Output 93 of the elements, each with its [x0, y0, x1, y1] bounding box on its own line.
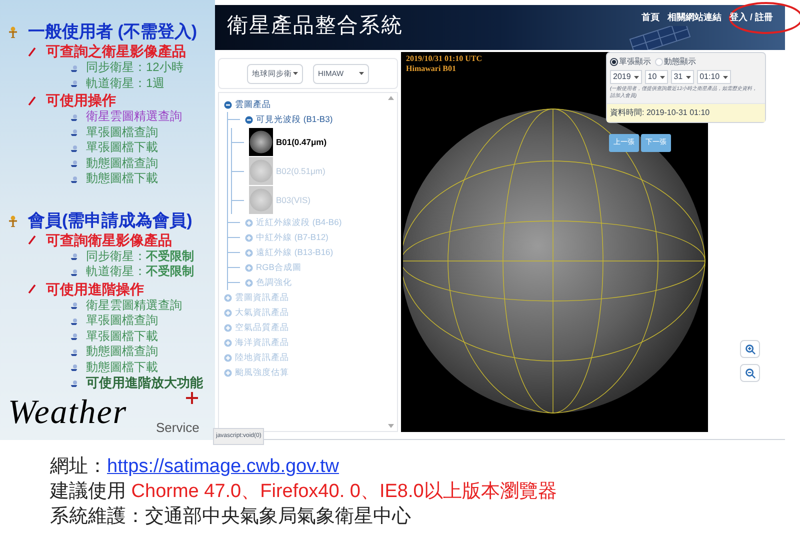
satellite-thumbnail-placeholder[interactable] — [249, 128, 273, 156]
footer-text: 網址：https://satimage.cwb.gov.tw — [50, 455, 340, 479]
expand-icon — [224, 308, 232, 316]
image-caption: Himawari B01 — [406, 64, 457, 74]
caret-icon — [660, 76, 665, 78]
footer-text: 建議使用 Chorme 47.0、Firefox40. 0、IE8.0以上版本瀏覽器 — [50, 480, 558, 504]
bullet-icon — [70, 112, 78, 121]
section-title: 可使用操作 — [46, 92, 116, 109]
collapse-icon — [224, 100, 232, 108]
expand-icon — [245, 264, 253, 272]
expand-icon — [224, 368, 232, 376]
list-item-text: 同步衛星：不受限制 — [86, 248, 194, 264]
list-item-text: 動態圖檔下載 — [86, 171, 158, 186]
satellite-thumbnail-placeholder[interactable] — [249, 157, 273, 185]
dropdown[interactable]: 10 — [644, 70, 668, 84]
nav-link[interactable]: 相關網站連結 — [667, 11, 722, 24]
caret-icon — [359, 72, 364, 75]
expand-icon — [245, 248, 253, 256]
section-title: 可查詢之衛星影像產品 — [46, 43, 186, 60]
tree-item[interactable]: B01(0.47μm) — [276, 134, 327, 150]
scroll-up-icon — [388, 96, 394, 100]
plus-icon — [186, 392, 198, 404]
highlight-ellipse — [729, 2, 800, 34]
display-mode-radio[interactable]: 動態顯示 — [655, 56, 696, 68]
bullet-icon — [70, 174, 78, 183]
app-title: 衛星產品整合系統 — [227, 13, 403, 39]
list-item-text: 衛星雲圖精選查詢 — [86, 109, 182, 124]
check-mark-icon — [28, 235, 36, 245]
bullet-icon — [70, 316, 78, 325]
data-time-label: 資料時間: 2019-10-31 01:10 — [607, 103, 765, 122]
list-item-text: 單張圖檔查詢 — [86, 124, 158, 140]
list-item-text: 動態圖檔查詢 — [86, 344, 158, 360]
list-item-text: 單張圖檔查詢 — [86, 313, 158, 328]
user-icon — [8, 214, 18, 226]
expand-icon — [224, 324, 232, 332]
section-title: 可查詢衛星影像產品 — [46, 232, 172, 248]
dropdown[interactable]: 2019 — [610, 70, 642, 84]
expand-icon — [245, 234, 253, 242]
caret-icon — [722, 76, 728, 78]
logo-subtitle: Service — [156, 420, 200, 435]
tree-item[interactable]: 雲圖產品 — [235, 97, 271, 112]
list-item-text: 單張圖檔下載 — [86, 328, 158, 344]
check-mark-icon — [28, 96, 36, 106]
bullet-icon — [70, 252, 78, 260]
list-item-text: 同步衛星：12小時 — [86, 60, 184, 76]
dropdown[interactable]: 01:10 — [696, 70, 731, 84]
list-item-text: 衛星雲圖精選查詢 — [86, 298, 182, 313]
bullet-icon — [70, 128, 78, 136]
user-icon — [8, 26, 18, 38]
bullet-icon — [70, 64, 78, 72]
bullet-icon — [70, 159, 78, 168]
satellite-thumbnail-placeholder[interactable] — [249, 186, 273, 214]
expand-icon — [224, 338, 232, 346]
caret-icon — [293, 72, 298, 75]
list-item-text: 可使用進階放大功能 — [86, 375, 203, 390]
group-title: 會員(需申請成為會員) — [28, 210, 192, 230]
bullet-icon — [70, 301, 78, 310]
nav-link[interactable]: 首頁 — [641, 11, 660, 24]
section-title: 可使用進階操作 — [46, 280, 144, 298]
collapse-icon — [245, 116, 253, 124]
website-link[interactable]: https://satimage.cwb.gov.tw — [107, 456, 339, 477]
scroll-down-icon — [388, 424, 394, 428]
list-item-text: 動態圖檔下載 — [86, 360, 158, 375]
caret-icon — [686, 76, 691, 78]
expand-icon — [245, 218, 253, 226]
zoom-out-icon — [744, 368, 756, 378]
display-mode-radio[interactable]: 單張顯示 — [610, 56, 651, 68]
expand-icon — [224, 354, 232, 362]
list-item-text: 軌道衛星：不受限制 — [86, 264, 194, 280]
bullet-icon — [70, 144, 78, 152]
bullet-icon — [70, 268, 78, 276]
logo-text: Weather — [8, 394, 128, 432]
dropdown[interactable]: 31 — [670, 70, 694, 84]
list-item-text: 軌道衛星：1週 — [86, 76, 165, 91]
bullet-icon — [70, 79, 78, 88]
list-item-text: 單張圖檔下載 — [86, 140, 158, 156]
check-mark-icon — [28, 284, 36, 294]
zoom-out-button[interactable] — [740, 364, 760, 382]
footer-text: 系統維護：交通部中央氣象局氣象衛星中心 — [50, 505, 412, 529]
expand-icon — [224, 294, 232, 302]
image-caption: 2019/10/31 01:10 UTC — [406, 54, 482, 64]
expand-icon — [245, 278, 253, 286]
group-title: 一般使用者 (不需登入) — [28, 22, 198, 42]
list-item-text: 動態圖檔查詢 — [86, 156, 158, 171]
bullet-icon — [70, 348, 78, 356]
bullet-icon — [70, 363, 78, 372]
zoom-in-button[interactable] — [740, 340, 760, 358]
bullet-icon — [70, 332, 78, 340]
bullet-icon — [70, 378, 78, 387]
zoom-in-icon — [744, 344, 756, 354]
caret-icon — [634, 76, 639, 78]
check-mark-icon — [28, 46, 36, 56]
tree-item[interactable]: 可見光波段 (B1-B3) — [256, 112, 333, 127]
